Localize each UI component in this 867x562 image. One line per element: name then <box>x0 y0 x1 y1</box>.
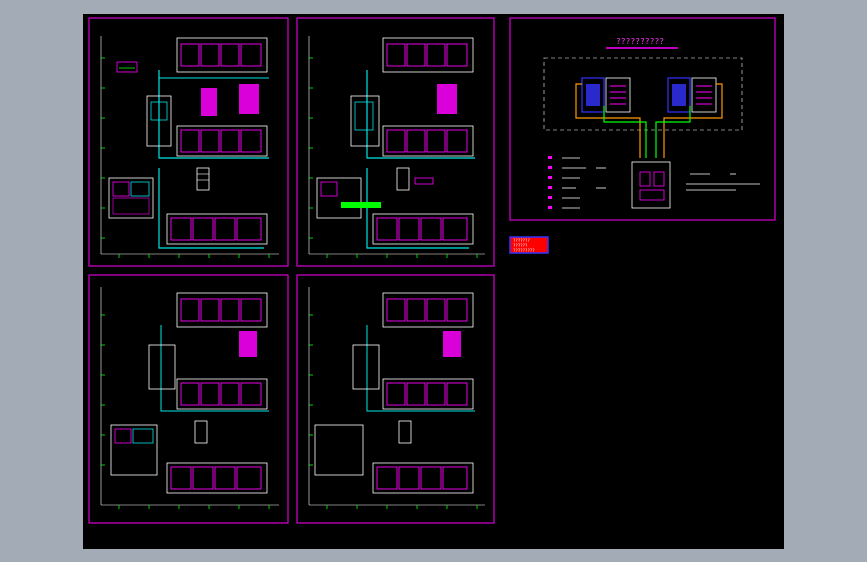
sheet-frame <box>88 17 289 267</box>
system-diagram-sheet[interactable]: ?????????? <box>509 17 776 221</box>
floor-plan-sheet-4[interactable] <box>296 274 495 524</box>
floor-plan-sheet-1[interactable] <box>88 17 289 267</box>
system-diagram-title: ?????????? <box>616 37 664 46</box>
control-box <box>631 161 671 209</box>
floor-plan <box>100 287 279 509</box>
floor-plan <box>100 36 279 258</box>
cad-drawing-canvas[interactable]: ?????????? ??????? ?????? ????????? <box>83 14 784 549</box>
floor-plan <box>308 287 485 509</box>
dashed-enclosure <box>543 57 743 131</box>
cad-drawing[interactable]: ?????????? ??????? ?????? ????????? <box>83 14 784 549</box>
sheet-frame <box>88 274 289 524</box>
sheet-frame <box>296 274 495 524</box>
left-cabinet <box>581 77 631 113</box>
floor-plan <box>308 36 485 258</box>
floor-plan-sheet-3[interactable] <box>88 274 289 524</box>
floor-plan-sheet-2[interactable] <box>296 17 495 267</box>
stamp-line-3: ????????? <box>513 248 535 253</box>
right-cabinet <box>667 77 717 113</box>
title-stamp[interactable]: ??????? ?????? ????????? <box>509 236 549 254</box>
sheet-frame <box>296 17 495 267</box>
